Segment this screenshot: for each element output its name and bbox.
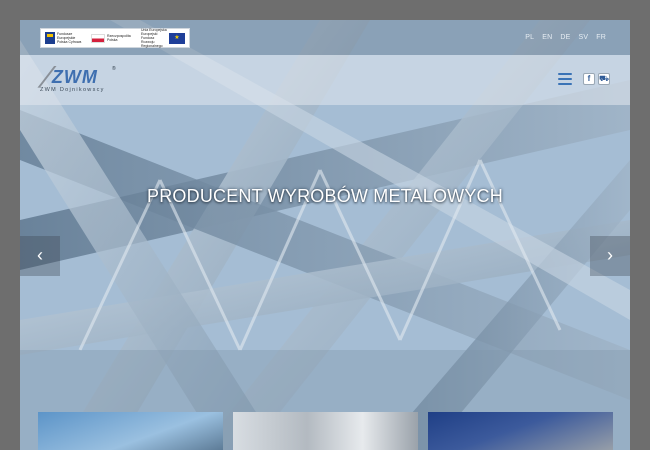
registered-mark: ® [112, 66, 116, 72]
language-switcher: PL EN DE SV FR [525, 34, 606, 41]
thumbnail-glass-roof[interactable] [38, 412, 223, 450]
language-fr[interactable]: FR [596, 34, 606, 41]
eu-funds-text: Fundusze Europejskie Polska Cyfrowa [57, 32, 82, 44]
logo-mark-accent: ╱ [40, 67, 52, 87]
top-bar: Fundusze Europejskie Polska Cyfrowa Rzec… [20, 20, 630, 55]
logo-subtitle: ZWM Dojnikowscy [40, 87, 105, 93]
slider-prev-arrow-icon[interactable]: ‹ [20, 236, 60, 276]
logo-mark-text: ZWM [51, 67, 98, 87]
poland-text: Rzeczpospolita Polska [107, 34, 131, 42]
eu-logo: Unia Europejska Europejski Fundusz Rozwo… [141, 28, 185, 48]
eu-funds-logo: Fundusze Europejskie Polska Cyfrowa [45, 32, 83, 44]
thumbnail-building[interactable] [428, 412, 613, 450]
site-logo[interactable]: ╱ZWM ® ZWM Dojnikowscy [40, 66, 120, 93]
logo-mark: ╱ZWM [40, 67, 98, 88]
featured-thumbnails [38, 412, 613, 450]
thumbnail-interior[interactable] [233, 412, 418, 450]
language-pl[interactable]: PL [525, 34, 534, 41]
site-header: ╱ZWM ® ZWM Dojnikowscy [20, 55, 630, 105]
cart-icon[interactable]: ⛟ [598, 73, 610, 85]
language-sv[interactable]: SV [579, 34, 589, 41]
language-en[interactable]: EN [542, 34, 552, 41]
slider-next-arrow-icon[interactable]: › [590, 236, 630, 276]
poland-flag-icon [91, 33, 105, 43]
eu-flag-icon: ★ [169, 32, 185, 44]
poland-logo: Rzeczpospolita Polska [91, 33, 133, 43]
hero-headline: PRODUCENT WYROBÓW METALOWYCH [147, 186, 503, 206]
hamburger-menu-icon[interactable] [558, 73, 572, 85]
facebook-icon[interactable]: f [583, 73, 595, 85]
european-funds-icon [45, 32, 55, 44]
eu-funding-banner[interactable]: Fundusze Europejskie Polska Cyfrowa Rzec… [40, 28, 190, 48]
language-de[interactable]: DE [560, 34, 570, 41]
eu-text: Unia Europejska Europejski Fundusz Rozwo… [141, 28, 167, 48]
page-container: Fundusze Europejskie Polska Cyfrowa Rzec… [20, 20, 630, 450]
